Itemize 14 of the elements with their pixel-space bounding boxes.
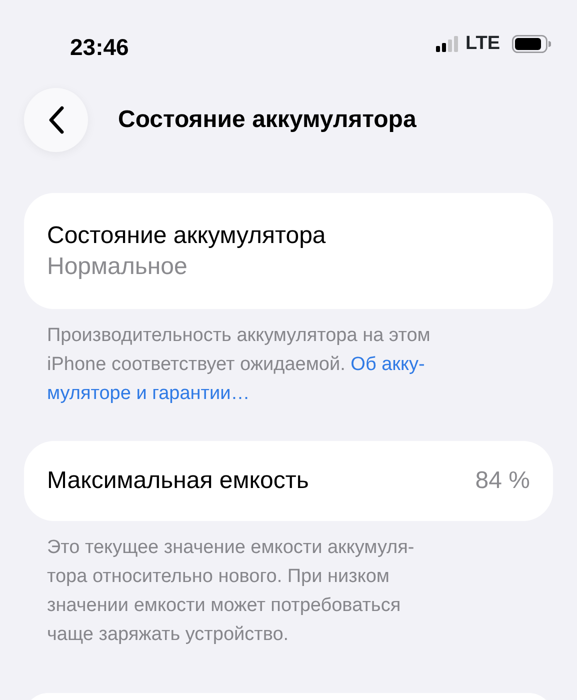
signal-icon (436, 36, 458, 52)
chevron-left-icon (47, 105, 65, 135)
battery-warranty-link[interactable]: Об акку- (350, 354, 425, 375)
section-footnote: Производительность аккумулятора на этом iPhone соответствует ожидаемой. Об акку- муляторе и гарантии… (46, 324, 432, 406)
battery-warranty-link[interactable]: муляторе и гарантии… (47, 383, 250, 404)
battery-icon (512, 35, 551, 54)
setting-value: Нормальное (47, 252, 188, 282)
section-footnote: Это текущее значение емкости аккумуля- тора относительно нового. При низком значении емкости может потребоваться чаще заряжать устройство. (46, 536, 416, 647)
setting-value: 84 % (475, 466, 530, 496)
page-title: Состояние аккумулятора (118, 105, 416, 135)
network-label: LTE (466, 32, 500, 56)
setting-label: Максимальная емкость (47, 466, 309, 496)
status-time: 23:46 (70, 33, 129, 62)
setting-label: Состояние аккумулятора (47, 220, 327, 251)
